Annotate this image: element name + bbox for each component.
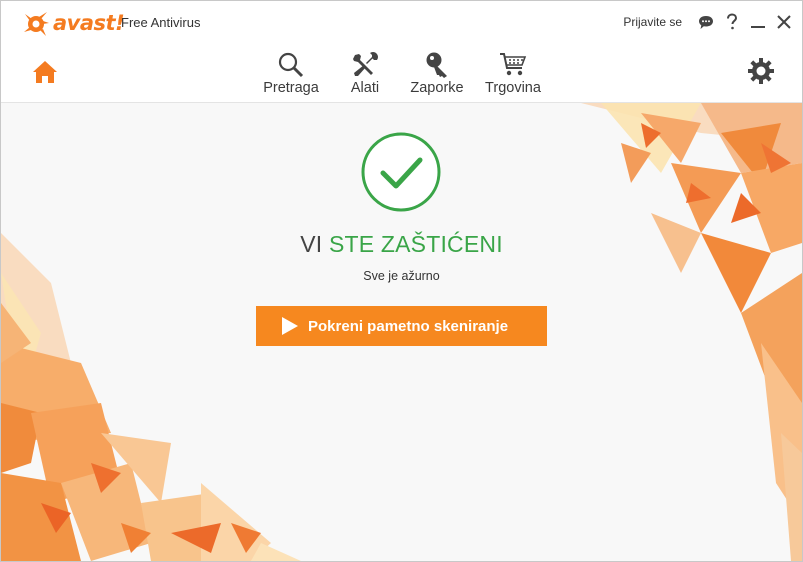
smart-scan-button[interactable]: Pokreni pametno skeniranje <box>256 306 547 346</box>
status-prefix: VI <box>300 231 329 257</box>
home-icon[interactable] <box>31 58 59 86</box>
status-highlight: STE ZAŠTIĆENI <box>328 231 503 257</box>
smart-scan-label: Pokreni pametno skeniranje <box>308 317 509 335</box>
help-icon[interactable] <box>722 11 742 33</box>
search-icon <box>259 51 323 79</box>
tools-icon <box>343 51 387 79</box>
protected-check-icon <box>361 132 441 212</box>
close-icon[interactable] <box>774 11 794 33</box>
title-bar-controls: Prijavite se <box>623 11 794 33</box>
nav-search-label: Pretraga <box>263 80 319 96</box>
protection-status: VI STE ZAŠTIĆENI <box>1 231 802 258</box>
cart-icon <box>482 51 544 79</box>
nav-tools[interactable]: Alati <box>343 51 387 96</box>
nav-bar: Pretraga Alati Zaporke Trgovina <box>1 45 802 103</box>
logo-text: avast! <box>53 11 125 35</box>
play-icon <box>282 317 298 335</box>
product-name: Free Antivirus <box>121 15 201 30</box>
title-bar: avast! Free Antivirus Prijavite se <box>1 1 802 45</box>
nav-passwords-label: Zaporke <box>410 80 464 96</box>
avast-ball-icon <box>24 12 49 36</box>
chat-icon[interactable] <box>696 11 716 33</box>
sign-in-link[interactable]: Prijavite se <box>623 15 682 29</box>
nav-search[interactable]: Pretraga <box>259 51 323 96</box>
key-icon <box>406 51 468 79</box>
update-status: Sve je ažurno <box>363 269 440 283</box>
nav-passwords[interactable]: Zaporke <box>406 51 468 96</box>
app-window: avast! Free Antivirus Prijavite se Pretr… <box>0 0 803 562</box>
minimize-icon[interactable] <box>748 11 768 33</box>
nav-store[interactable]: Trgovina <box>482 51 544 96</box>
nav-tools-label: Alati <box>350 80 380 96</box>
gear-icon[interactable] <box>748 58 774 84</box>
avast-logo: avast! <box>21 8 125 38</box>
nav-store-label: Trgovina <box>485 80 541 96</box>
main-panel: VI STE ZAŠTIĆENI Sve je ažurno Pokreni p… <box>1 103 802 561</box>
